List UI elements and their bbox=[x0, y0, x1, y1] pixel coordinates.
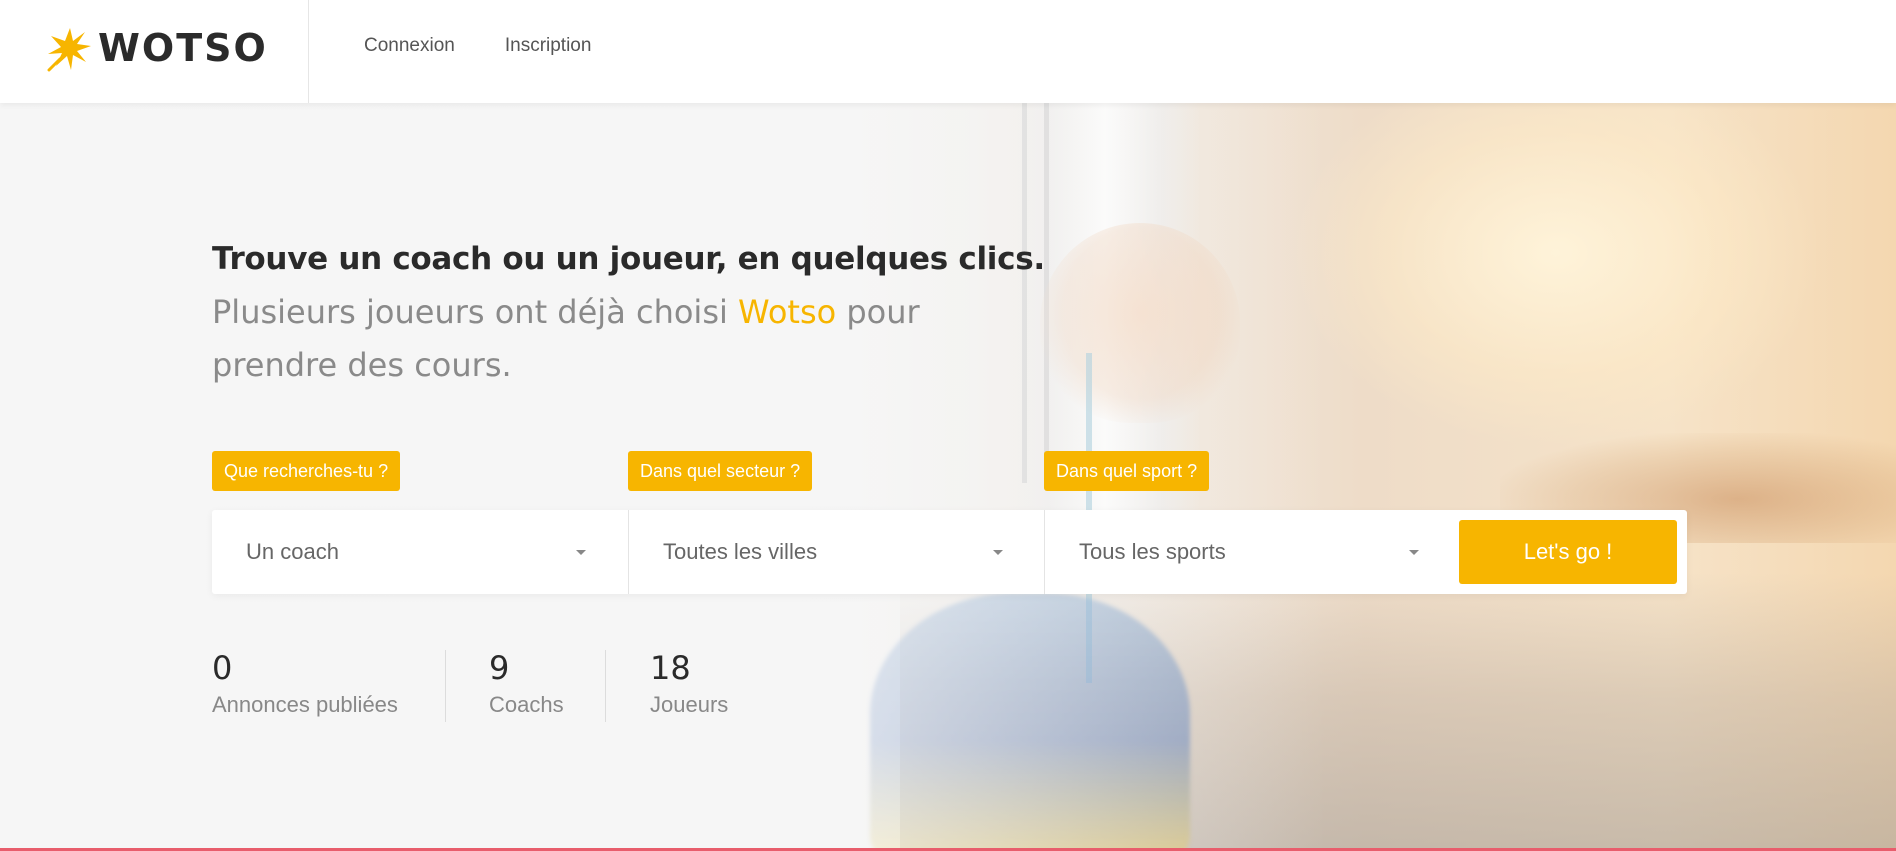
tag-what: Que recherches-tu ? bbox=[212, 451, 401, 491]
nav-link-connexion[interactable]: Connexion bbox=[364, 32, 455, 60]
stat-value: 18 bbox=[650, 649, 691, 687]
stat-label: Annonces publiées bbox=[212, 692, 398, 717]
chevron-down-icon bbox=[1409, 550, 1419, 555]
stat-annonces: 0 Annonces publiées bbox=[212, 646, 398, 720]
chevron-down-icon bbox=[576, 550, 586, 555]
hero-subline: Plusieurs joueurs ont déjà choisi Wotso … bbox=[212, 286, 972, 392]
star-burst-icon bbox=[47, 28, 91, 72]
stat-value: 0 bbox=[212, 649, 233, 687]
site-header: WOTSO Connexion Inscription bbox=[0, 0, 1896, 103]
logo[interactable]: WOTSO bbox=[0, 0, 309, 103]
stat-divider bbox=[605, 650, 606, 722]
subline-text: Plusieurs joueurs ont déjà choisi bbox=[212, 293, 739, 331]
stat-divider bbox=[445, 650, 446, 722]
sport-value: Tous les sports bbox=[1079, 539, 1226, 564]
search-type-value: Un coach bbox=[246, 539, 339, 564]
nav-link-inscription[interactable]: Inscription bbox=[505, 32, 592, 60]
stat-joueurs: 18 Joueurs bbox=[650, 646, 728, 720]
search-type-select[interactable]: Un coach bbox=[212, 510, 628, 594]
chevron-down-icon bbox=[993, 550, 1003, 555]
stat-value: 9 bbox=[489, 649, 510, 687]
search-bar: Un coach Toutes les villes Tous les spor… bbox=[212, 510, 1687, 594]
sport-select[interactable]: Tous les sports bbox=[1044, 510, 1450, 594]
brand-name: Wotso bbox=[738, 293, 837, 331]
main-nav: Connexion Inscription bbox=[364, 32, 591, 60]
hero-headline: Trouve un coach ou un joueur, en quelque… bbox=[212, 241, 1045, 277]
stat-coachs: 9 Coachs bbox=[489, 646, 564, 720]
city-select[interactable]: Toutes les villes bbox=[628, 510, 1044, 594]
tag-sport: Dans quel sport ? bbox=[1044, 451, 1210, 491]
stat-label: Coachs bbox=[489, 692, 564, 717]
city-value: Toutes les villes bbox=[663, 539, 818, 564]
logo-text: WOTSO bbox=[98, 26, 268, 70]
tag-where: Dans quel secteur ? bbox=[628, 451, 813, 491]
lets-go-button[interactable]: Let's go ! bbox=[1459, 520, 1677, 584]
stat-label: Joueurs bbox=[650, 692, 729, 717]
